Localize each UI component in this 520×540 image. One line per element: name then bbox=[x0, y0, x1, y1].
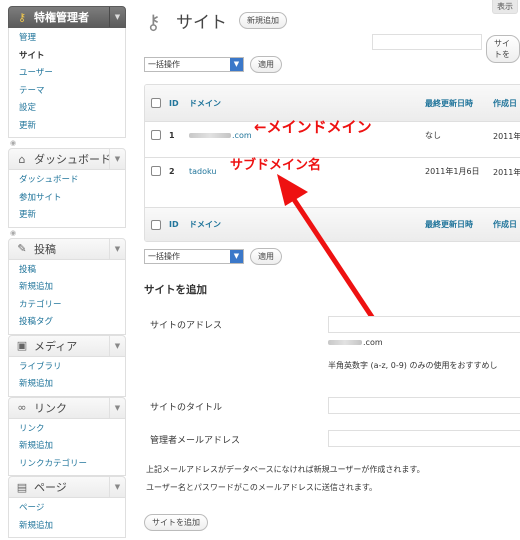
menu-separator: ◉ bbox=[8, 228, 126, 238]
menu-dashboard-label: ダッシュボード bbox=[34, 153, 111, 166]
menu-posts-label: 投稿 bbox=[34, 242, 56, 256]
menu-pages-label: ページ bbox=[34, 481, 67, 494]
sidebar-item-themes[interactable]: テーマ bbox=[9, 83, 125, 101]
submenu-network-admin: 管理 サイト ユーザー テーマ 設定 更新 bbox=[8, 28, 126, 138]
chevron-down-icon[interactable]: ▼ bbox=[109, 7, 125, 27]
sidebar-item-categories[interactable]: カテゴリー bbox=[9, 297, 125, 315]
menu-media[interactable]: ▣ メディア ▼ bbox=[8, 334, 126, 357]
menu-pages[interactable]: ▤ ページ ▼ bbox=[8, 476, 126, 498]
bulk-action-selected: 一括操作 bbox=[148, 252, 180, 261]
menu-posts[interactable]: ✎ 投稿 ▼ bbox=[8, 237, 126, 260]
sidebar-item-new-media[interactable]: 新規追加 bbox=[9, 376, 125, 394]
site-title-label: サイトのタイトル bbox=[150, 403, 223, 413]
admin-email-note-2: ユーザー名とパスワードがこのメールアドレスに送信されます。 bbox=[146, 483, 378, 492]
separator-dot-icon: ◉ bbox=[10, 228, 17, 237]
sidebar-item-dashboard[interactable]: ダッシュボード bbox=[9, 172, 125, 190]
menu-separator: ◉ bbox=[8, 138, 126, 148]
site-title-input[interactable] bbox=[328, 397, 520, 414]
sidebar-item-settings[interactable]: 設定 bbox=[9, 100, 125, 118]
page-icon: ▤ bbox=[16, 480, 28, 494]
media-icon: ▣ bbox=[16, 339, 28, 352]
sidebar-item-links[interactable]: リンク bbox=[9, 421, 125, 439]
menu-network-admin-label: 特権管理者 bbox=[34, 11, 89, 24]
site-address-suffix: .com bbox=[328, 338, 383, 347]
sidebar-item-post-tags[interactable]: 投稿タグ bbox=[9, 314, 125, 332]
annotation-arrow-icon bbox=[277, 174, 377, 322]
chevron-down-icon: ▼ bbox=[230, 250, 243, 263]
submenu-posts: 投稿 新規追加 カテゴリー 投稿タグ bbox=[8, 259, 126, 335]
bulk-action-select[interactable]: 一括操作 ▼ bbox=[144, 249, 244, 264]
site-address-suffix-text: .com bbox=[363, 338, 383, 347]
admin-email-label: 管理者メールアドレス bbox=[150, 436, 241, 446]
sidebar-item-link-categories[interactable]: リンクカテゴリー bbox=[9, 456, 125, 474]
separator-dot-icon: ◉ bbox=[10, 139, 17, 147]
admin-email-input[interactable] bbox=[328, 430, 520, 447]
submenu-links: リンク 新規追加 リンクカテゴリー bbox=[8, 418, 126, 476]
menu-dashboard[interactable]: ⌂ ダッシュボード ▼ bbox=[8, 148, 126, 170]
pin-icon: ✎ bbox=[17, 242, 27, 255]
menu-network-admin[interactable]: ⚷ 特権管理者 ▼ bbox=[8, 6, 126, 28]
menu-links-label: リンク bbox=[34, 401, 67, 415]
menu-media-label: メディア bbox=[34, 339, 78, 353]
site-address-label: サイトのアドレス bbox=[150, 321, 223, 331]
sidebar-item-new-post[interactable]: 新規追加 bbox=[9, 279, 125, 297]
sidebar-item-updates[interactable]: 更新 bbox=[9, 118, 125, 136]
redacted-domain bbox=[328, 340, 362, 345]
add-site-heading: サイトを追加 bbox=[144, 284, 207, 296]
apply-button[interactable]: 適用 bbox=[250, 248, 282, 265]
sidebar-item-library[interactable]: ライブラリ bbox=[9, 359, 125, 377]
sidebar-item-dashboard-updates[interactable]: 更新 bbox=[9, 207, 125, 225]
bulk-actions-bottom: 一括操作 ▼ 適用 bbox=[144, 248, 282, 265]
admin-email-note-1: 上記メールアドレスがデータベースになければ新規ユーザーが作成されます。 bbox=[146, 465, 425, 474]
site-address-input[interactable] bbox=[328, 316, 520, 333]
sidebar-item-sites[interactable]: サイト bbox=[9, 48, 125, 66]
dashboard-icon: ⌂ bbox=[18, 152, 26, 166]
chevron-down-icon[interactable]: ▼ bbox=[109, 477, 125, 497]
add-site-button[interactable]: サイトを追加 bbox=[144, 514, 208, 531]
link-icon: ∞ bbox=[17, 401, 27, 414]
sidebar-item-new-link[interactable]: 新規追加 bbox=[9, 438, 125, 456]
site-address-hint: 半角英数字 (a-z, 0-9) のみの使用をおすすめし bbox=[328, 361, 498, 370]
submenu-dashboard: ダッシュボード 参加サイト 更新 bbox=[8, 170, 126, 228]
chevron-down-icon[interactable]: ▼ bbox=[109, 397, 125, 418]
key-icon: ⚷ bbox=[17, 10, 27, 24]
sidebar-item-my-sites[interactable]: 参加サイト bbox=[9, 190, 125, 208]
submenu-media: ライブラリ 新規追加 bbox=[8, 356, 126, 397]
chevron-down-icon[interactable]: ▼ bbox=[109, 335, 125, 356]
chevron-down-icon[interactable]: ▼ bbox=[109, 238, 125, 259]
sidebar-item-admin[interactable]: 管理 bbox=[9, 30, 125, 48]
sidebar-item-pages[interactable]: ページ bbox=[9, 500, 125, 518]
submenu-pages: ページ 新規追加 bbox=[8, 498, 126, 538]
sidebar-item-new-page[interactable]: 新規追加 bbox=[9, 518, 125, 536]
sidebar-item-users[interactable]: ユーザー bbox=[9, 65, 125, 83]
sidebar-item-posts[interactable]: 投稿 bbox=[9, 262, 125, 280]
admin-sidebar: ⚷ 特権管理者 ▼ 管理 サイト ユーザー テーマ 設定 更新 ◉ ⌂ ダッシュ… bbox=[8, 6, 126, 538]
menu-links[interactable]: ∞ リンク ▼ bbox=[8, 396, 126, 419]
chevron-down-icon[interactable]: ▼ bbox=[109, 149, 125, 169]
